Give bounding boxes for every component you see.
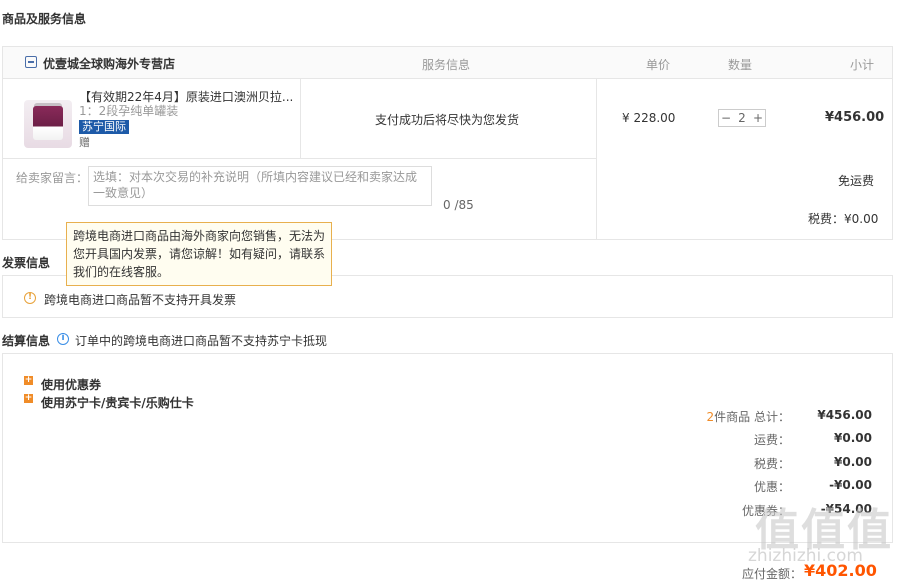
goods-section-title: 商品及服务信息 [2,12,87,26]
divider [2,158,596,159]
unit-price: ¥ 228.00 [622,111,676,125]
use-suning-card-toggle[interactable]: 使用苏宁卡/贵宾卡/乐购仕卡 [41,394,194,411]
invoice-notice: 跨境电商进口商品暂不支持开具发票 [44,293,237,307]
product-image[interactable] [24,100,72,148]
quantity-plus-button[interactable]: + [751,110,765,126]
seller-message-label: 给卖家留言： [16,171,89,185]
product-subtotal: ¥456.00 [825,110,885,125]
quantity-minus-button[interactable]: − [719,110,733,126]
divider [300,79,301,159]
suning-international-tag: 苏宁国际 [79,120,129,134]
summary-tax-label: 税费： [753,457,790,471]
subtotal-column-header: 小计 [850,58,875,72]
summary-total: ¥456.00 [817,408,872,422]
summary-shipping-label: 运费： [753,433,790,447]
use-coupon-toggle[interactable]: 使用优惠券 [41,376,101,393]
invoice-section-title: 发票信息 [2,256,51,270]
summary-discount: -¥0.00 [829,478,872,492]
quantity-value[interactable]: 2 [735,110,749,126]
settlement-notice: 订单中的跨境电商进口商品暂不支持苏宁卡抵现 [75,334,328,348]
item-count-label: 2件商品 总计： [700,408,790,425]
unit-price-column-header: 单价 [646,58,671,72]
product-spec: 1：2段孕纯单罐装 [79,104,179,118]
summary-shipping: ¥0.00 [834,431,872,445]
cross-border-invoice-tooltip: 跨境电商进口商品由海外商家向您销售，无法为您开具国内发票，请您谅解！如有疑问，请… [66,222,332,286]
summary-tax: ¥0.00 [834,455,872,469]
service-info: 支付成功后将尽快为您发货 [375,113,520,127]
seller-message-input[interactable]: 选填：对本次交易的补充说明（所填内容建议已经和卖家达成一致意见） [88,166,432,206]
expand-plus-icon[interactable]: + [24,376,33,385]
summary-discount-label: 优惠： [753,480,790,494]
settlement-section-title: 结算信息 [2,334,51,348]
shop-icon [25,56,37,68]
quantity-stepper[interactable]: − 2 + [718,109,766,127]
expand-plus-icon[interactable]: + [24,394,33,403]
shop-name[interactable]: 优壹城全球购海外专营店 [43,55,175,72]
warning-icon: ! [24,292,36,304]
info-icon: i [57,333,69,345]
free-shipping-text: 免运费 [838,174,875,188]
divider [596,79,597,240]
quantity-column-header: 数量 [728,58,753,72]
item-count-suffix: 件商品 总计： [714,410,790,424]
message-char-counter: 0 /85 [443,198,474,212]
tax-text: 税费：¥0.00 [808,212,879,226]
amount-due-label: 应付金额： [741,567,802,581]
gift-badge: 赠 [79,136,90,149]
watermark-site: zhizhizhi.com [748,546,863,566]
service-column-header: 服务信息 [422,58,471,72]
